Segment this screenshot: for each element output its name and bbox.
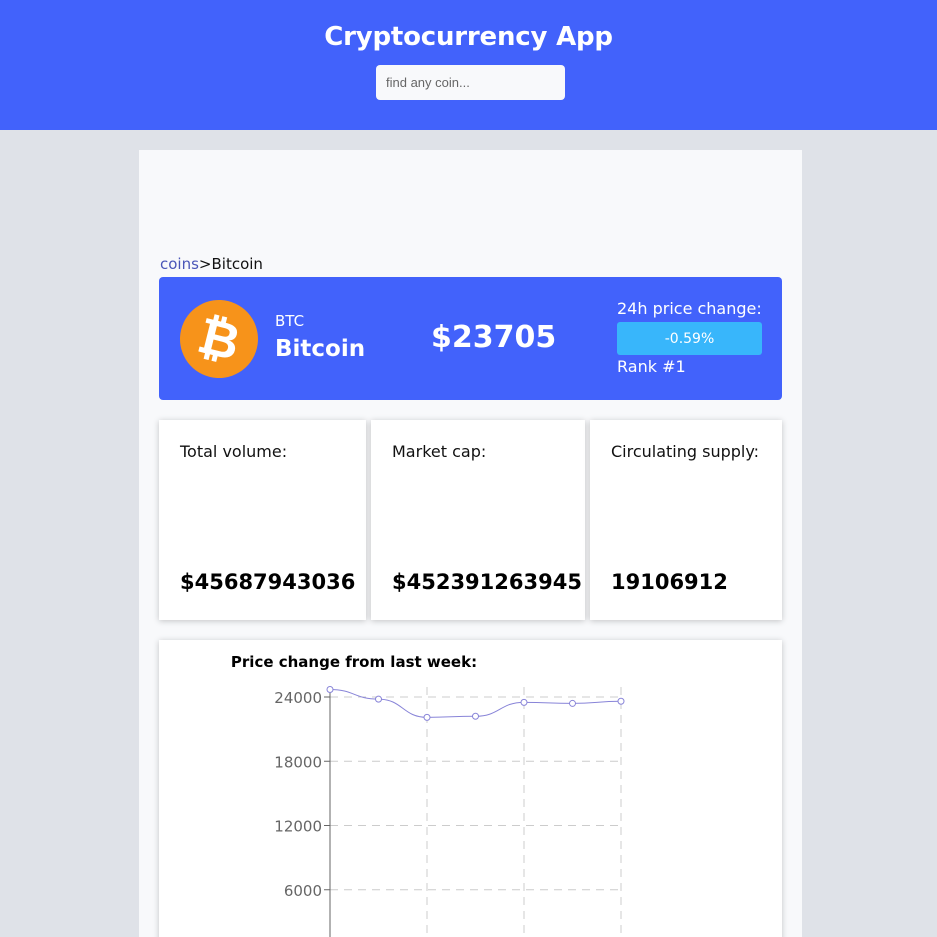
y-tick-label: 18000	[274, 753, 322, 771]
price-change-label: 24h price change:	[617, 299, 762, 318]
price-data-point	[472, 712, 479, 720]
breadcrumb-separator: >	[198, 255, 212, 273]
circulating-supply-label: Circulating supply:	[611, 442, 760, 461]
price-data-point	[520, 698, 528, 706]
coin-symbol: BTC	[275, 312, 305, 330]
total-volume-card: Total volume: $45687943036	[159, 420, 366, 620]
price-data-point	[569, 699, 576, 707]
search-input[interactable]	[376, 65, 565, 100]
price-chart-card: Price change from last week: 06000120001…	[159, 640, 782, 937]
market-cap-value: $452391263945	[392, 570, 582, 594]
breadcrumb-link-coins[interactable]: coins	[160, 255, 199, 273]
app-title: Cryptocurrency App	[324, 22, 613, 52]
price-data-point	[423, 713, 431, 721]
price-line-chart: 06000120001800024000	[274, 686, 625, 937]
market-cap-card: Market cap: $452391263945	[371, 420, 585, 620]
price-data-point	[326, 686, 334, 694]
total-volume-label: Total volume:	[180, 442, 288, 461]
market-cap-label: Market cap:	[392, 442, 487, 461]
coin-name: Bitcoin	[275, 336, 366, 362]
app-header: Cryptocurrency App	[0, 0, 937, 130]
breadcrumb: coins>Bitcoin	[160, 255, 263, 273]
circulating-supply-card: Circulating supply: 19106912	[590, 420, 782, 620]
circulating-supply-value: 19106912	[611, 570, 728, 594]
bitcoin-icon: ₿	[171, 291, 267, 387]
price-data-point	[617, 697, 625, 705]
price-data-point	[375, 695, 382, 703]
y-tick-label: 24000	[274, 689, 322, 707]
y-tick-label: 12000	[274, 818, 322, 836]
coin-price: $23705	[431, 320, 557, 355]
coin-summary-card: ₿ BTC Bitcoin $23705 24h price change: -…	[159, 277, 782, 400]
coin-rank: Rank #1	[617, 357, 686, 376]
price-change-badge: -0.59%	[617, 322, 762, 355]
y-tick-label: 6000	[284, 882, 322, 900]
total-volume-value: $45687943036	[180, 570, 356, 594]
breadcrumb-current: Bitcoin	[211, 255, 263, 273]
